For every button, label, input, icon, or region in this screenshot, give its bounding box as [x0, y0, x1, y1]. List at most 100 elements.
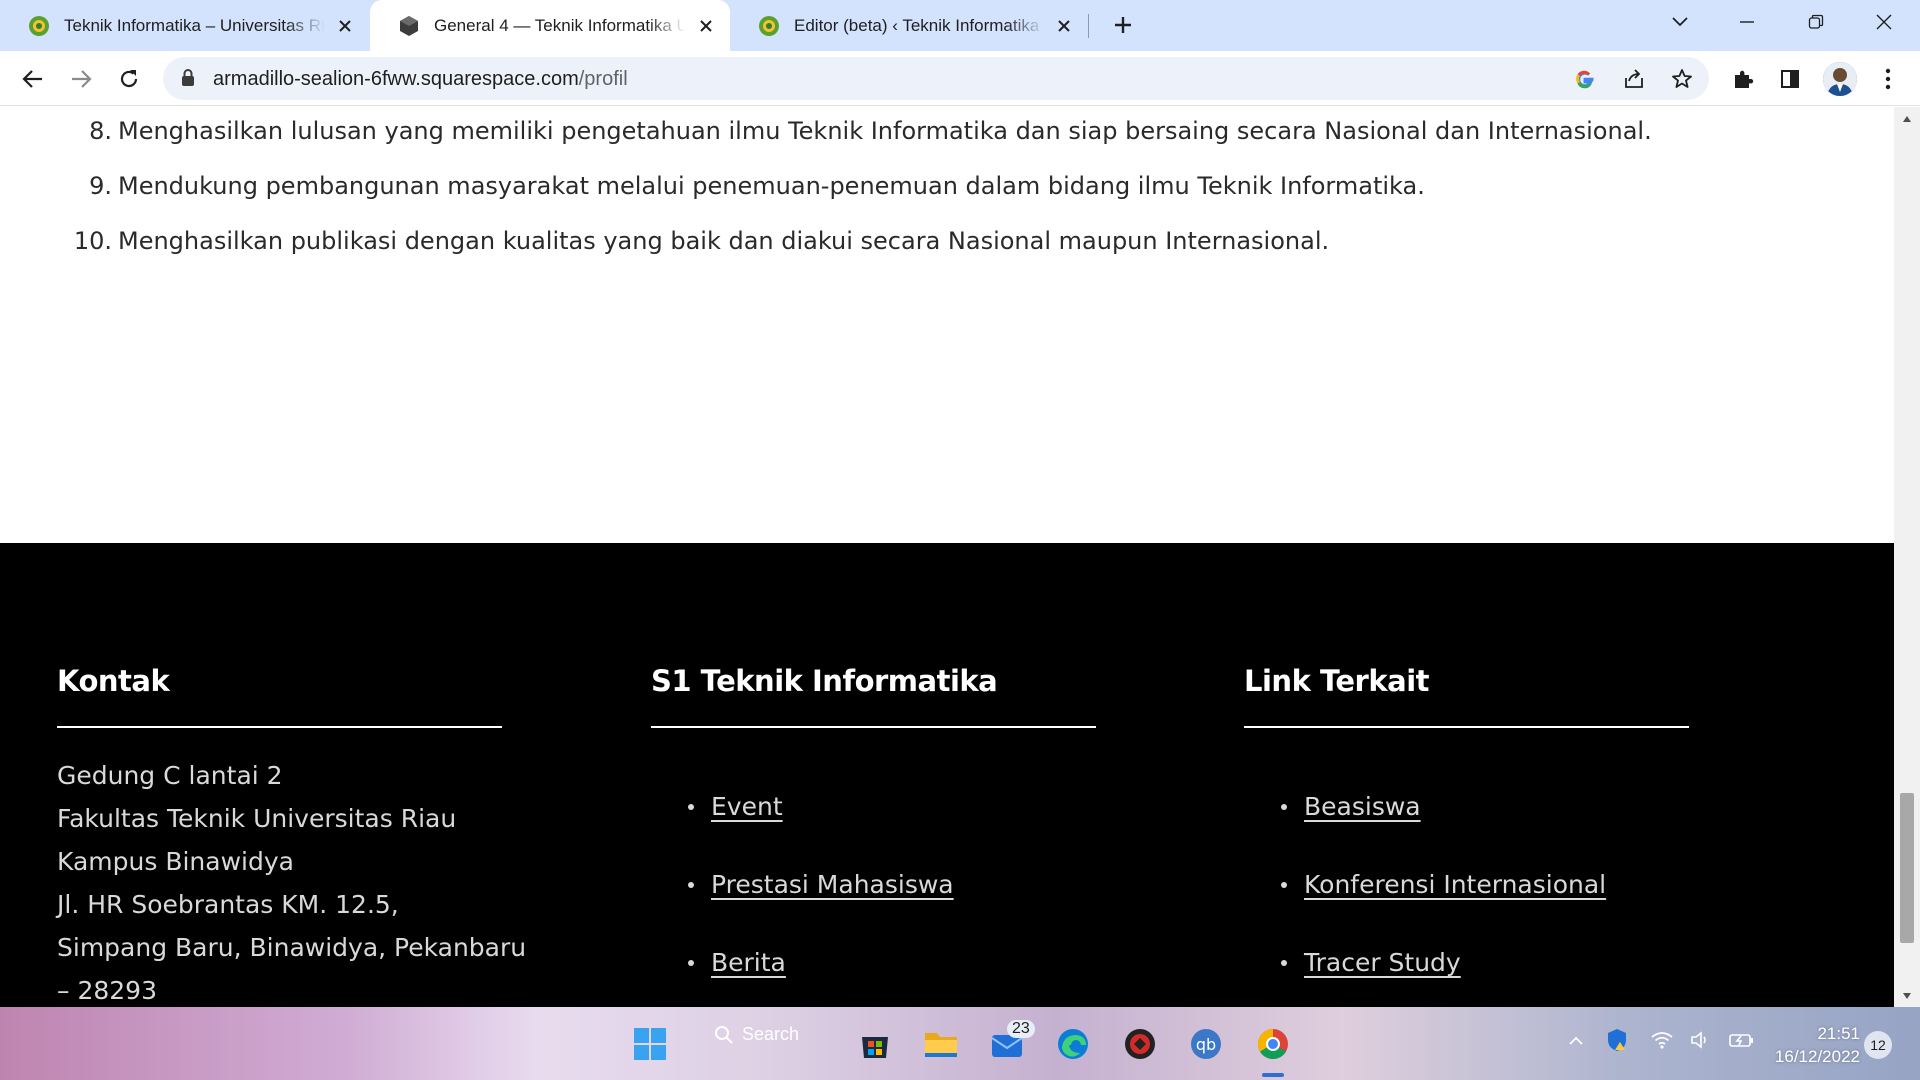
side-panel-button[interactable]	[1774, 63, 1806, 95]
star-icon	[1672, 69, 1692, 88]
windows-taskbar: Search 23 qb 21:51 16/12/2022 12	[0, 1007, 1920, 1080]
lock-icon	[182, 69, 194, 86]
browser-toolbar: armadillo-sealion-6fww.squarespace.com/p…	[0, 51, 1920, 106]
address-bar[interactable]: armadillo-sealion-6fww.squarespace.com/p…	[163, 57, 1709, 100]
contact-address: Gedung C lantai 2 Fakultas Teknik Univer…	[57, 754, 526, 1007]
tab-search-button[interactable]	[1660, 6, 1700, 38]
qbittorrent-icon: qb	[1191, 1029, 1221, 1059]
url-host: armadillo-sealion-6fww.squarespace.com	[213, 68, 579, 90]
tray-overflow-icon[interactable]	[1568, 1033, 1584, 1051]
windows-logo-icon	[634, 1028, 666, 1060]
link-berita[interactable]: Berita	[711, 948, 786, 977]
taskbar-app-red[interactable]	[1121, 1025, 1159, 1063]
address-line: Kampus Binawidya	[57, 847, 294, 876]
plus-icon	[1115, 17, 1131, 33]
reload-button[interactable]	[112, 62, 146, 96]
link-prestasi-mahasiswa[interactable]: Prestasi Mahasiswa	[711, 870, 954, 899]
system-tray	[1568, 1027, 1754, 1057]
profile-avatar[interactable]	[1823, 62, 1857, 96]
chrome-icon	[1257, 1029, 1288, 1060]
forward-button[interactable]	[64, 62, 98, 96]
page-content: 8. Menghasilkan lulusan yang memiliki pe…	[0, 107, 1894, 1007]
list-text: Mendukung pembangunan masyarakat melalui…	[118, 172, 1425, 200]
clock-time: 21:51	[1817, 1024, 1860, 1043]
arrow-left-icon	[22, 70, 42, 88]
page-scrollbar[interactable]	[1894, 107, 1920, 1007]
microsoft-store-icon	[862, 1037, 888, 1058]
taskbar-clock[interactable]: 21:51 16/12/2022	[1760, 1022, 1860, 1068]
tab-editor-beta[interactable]: Editor (beta) ‹ Teknik Informatika	[730, 0, 1088, 51]
close-tab-icon[interactable]	[335, 15, 356, 37]
mail-badge: 23	[1007, 1020, 1035, 1038]
security-shield-icon[interactable]	[1606, 1028, 1628, 1057]
link-beasiswa[interactable]: Beasiswa	[1304, 792, 1421, 821]
restore-button[interactable]	[1796, 6, 1836, 38]
share-icon	[1625, 69, 1643, 88]
tab-general-4[interactable]: General 4 — Teknik Informatika Universit…	[370, 0, 730, 51]
start-button[interactable]	[631, 1025, 669, 1063]
search-icon	[715, 1025, 733, 1044]
minimize-icon	[1740, 21, 1754, 23]
notification-badge[interactable]: 12	[1864, 1031, 1892, 1059]
close-tab-icon[interactable]	[1054, 15, 1074, 37]
footer-heading: Kontak	[57, 664, 170, 698]
chevron-down-icon	[1672, 17, 1688, 27]
tab-divider	[1088, 14, 1089, 38]
footer-divider	[57, 726, 502, 728]
google-lens-button[interactable]	[1572, 66, 1598, 92]
address-line: – 28293	[57, 976, 157, 1005]
close-window-button[interactable]	[1864, 6, 1904, 38]
footer-heading: Link Terkait	[1244, 664, 1430, 698]
link-tracer-study[interactable]: Tracer Study	[1304, 948, 1461, 977]
active-app-indicator	[1262, 1073, 1284, 1077]
minimize-button[interactable]	[1727, 6, 1767, 38]
red-app-icon	[1125, 1029, 1155, 1059]
close-tab-icon[interactable]	[695, 15, 716, 37]
address-line: Gedung C lantai 2	[57, 761, 283, 790]
link-konferensi-internasional[interactable]: Konferensi Internasional	[1304, 870, 1606, 899]
list-number: 9.	[89, 172, 112, 200]
taskbar-search[interactable]: Search	[714, 1024, 799, 1045]
address-line: Jl. HR Soebrantas KM. 12.5,	[57, 890, 399, 919]
tab-title: General 4 — Teknik Informatika Universit…	[434, 15, 686, 35]
google-g-icon	[1576, 70, 1594, 89]
back-button[interactable]	[16, 62, 50, 96]
scroll-up-icon[interactable]	[1901, 113, 1913, 125]
list-text: Menghasilkan publikasi dengan kualitas y…	[118, 227, 1330, 255]
volume-icon[interactable]	[1690, 1030, 1712, 1054]
bookmark-button[interactable]	[1669, 66, 1695, 92]
battery-icon[interactable]	[1728, 1031, 1754, 1054]
share-button[interactable]	[1621, 66, 1647, 92]
unri-logo-icon	[29, 15, 49, 36]
taskbar-edge[interactable]	[1054, 1025, 1092, 1063]
address-line: Simpang Baru, Binawidya, Pekanbaru	[57, 933, 527, 962]
bullet	[1281, 804, 1287, 810]
footer-heading: S1 Teknik Informatika	[651, 664, 998, 698]
wifi-icon[interactable]	[1650, 1031, 1674, 1054]
side-panel-icon	[1781, 70, 1799, 88]
link-event[interactable]: Event	[711, 792, 783, 821]
squarespace-cube-icon	[400, 15, 418, 36]
tab-teknik-informatika[interactable]: Teknik Informatika – Universitas Riau	[0, 0, 370, 51]
bullet	[1281, 960, 1287, 966]
new-tab-button[interactable]	[1108, 10, 1138, 40]
list-number: 10.	[73, 227, 112, 255]
puzzle-icon	[1735, 70, 1754, 88]
site-footer: Kontak Gedung C lantai 2 Fakultas Teknik…	[0, 543, 1894, 1007]
scrollbar-thumb[interactable]	[1900, 793, 1914, 943]
list-text: Menghasilkan lulusan yang memiliki penge…	[118, 117, 1652, 145]
address-line: Fakultas Teknik Universitas Riau	[57, 804, 457, 833]
taskbar-store[interactable]	[856, 1025, 894, 1063]
taskbar-file-explorer[interactable]	[922, 1025, 960, 1063]
footer-divider	[651, 726, 1096, 728]
url-text: armadillo-sealion-6fww.squarespace.com/p…	[213, 68, 628, 91]
extensions-button[interactable]	[1727, 63, 1759, 95]
reload-icon	[120, 70, 138, 88]
taskbar-chrome[interactable]	[1254, 1025, 1292, 1063]
bullet	[688, 804, 694, 810]
taskbar-qbittorrent[interactable]: qb	[1187, 1025, 1225, 1063]
edge-icon	[1058, 1029, 1088, 1059]
bullet	[1281, 882, 1287, 888]
chrome-menu-button[interactable]	[1872, 63, 1904, 95]
scroll-down-icon[interactable]	[1901, 990, 1913, 1002]
